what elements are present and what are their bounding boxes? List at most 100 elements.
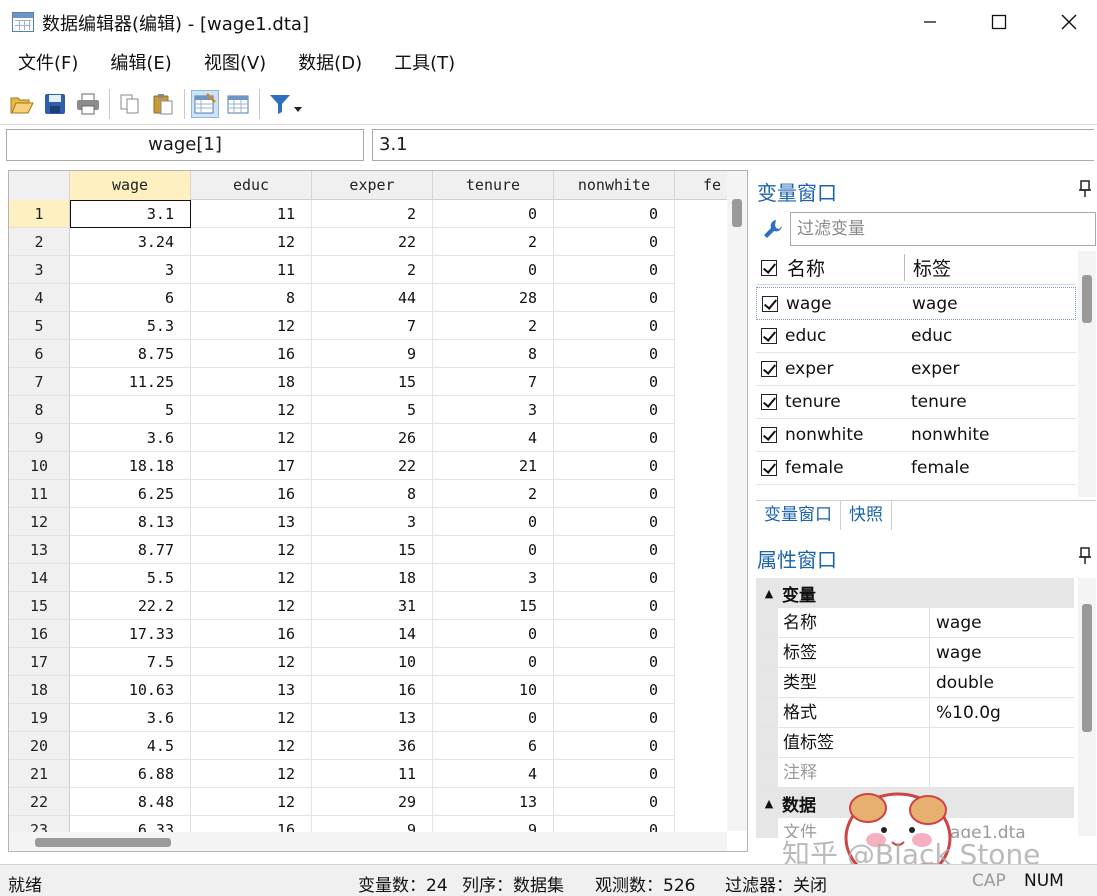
data-cell[interactable]: 22	[312, 452, 433, 480]
data-cell[interactable]: 16	[312, 676, 433, 704]
row-number[interactable]: 15	[9, 592, 70, 620]
data-cell[interactable]: 3.24	[70, 228, 191, 256]
data-cell[interactable]: 0	[554, 648, 675, 676]
grid-horizontal-scrollbar[interactable]	[9, 832, 727, 851]
data-cell[interactable]: 0	[554, 256, 675, 284]
data-cell[interactable]: 5	[70, 396, 191, 424]
data-cell[interactable]: 18	[312, 564, 433, 592]
row-number[interactable]: 20	[9, 732, 70, 760]
data-cell[interactable]: 26	[312, 424, 433, 452]
data-cell[interactable]: 17	[191, 452, 312, 480]
cell-name-box[interactable]: wage[1]	[6, 129, 364, 161]
data-cell[interactable]: 0	[554, 788, 675, 816]
row-number[interactable]: 22	[9, 788, 70, 816]
variable-checkbox[interactable]	[761, 361, 777, 377]
column-header-name[interactable]: 名称	[787, 254, 905, 281]
row-number[interactable]: 6	[9, 340, 70, 368]
data-cell[interactable]: 0	[554, 200, 675, 228]
data-cell[interactable]: 0	[554, 368, 675, 396]
data-cell[interactable]: 6	[433, 732, 554, 760]
data-cell[interactable]: 29	[312, 788, 433, 816]
data-cell[interactable]: 3.6	[70, 424, 191, 452]
property-row[interactable]: 格式 %10.0g	[756, 698, 1074, 728]
data-cell[interactable]: 11	[312, 760, 433, 788]
data-cell[interactable]: 2	[433, 312, 554, 340]
data-cell[interactable]: 2	[312, 200, 433, 228]
row-number[interactable]: 9	[9, 424, 70, 452]
data-cell[interactable]: 7	[312, 312, 433, 340]
data-cell[interactable]: 0	[554, 508, 675, 536]
data-cell[interactable]: 22.2	[70, 592, 191, 620]
maximize-button[interactable]	[976, 6, 1022, 38]
browse-mode-button[interactable]	[224, 90, 252, 118]
properties-scrollbar[interactable]	[1078, 578, 1096, 836]
tab-variables[interactable]: 变量窗口	[756, 501, 841, 530]
row-number[interactable]: 13	[9, 536, 70, 564]
row-number[interactable]: 18	[9, 676, 70, 704]
menu-file[interactable]: 文件(F)	[0, 48, 92, 80]
data-cell[interactable]: 8.13	[70, 508, 191, 536]
variable-item[interactable]: female female	[756, 452, 1076, 485]
data-cell[interactable]: 13	[191, 508, 312, 536]
variable-checkbox[interactable]	[762, 295, 778, 312]
data-cell[interactable]: 3.6	[70, 704, 191, 732]
data-cell[interactable]: 0	[433, 620, 554, 648]
data-cell[interactable]: 10	[433, 676, 554, 704]
tab-snapshots[interactable]: 快照	[841, 501, 892, 530]
property-value[interactable]: wage	[930, 638, 1074, 667]
data-cell[interactable]: 8	[433, 340, 554, 368]
grid-vertical-scroll-thumb[interactable]	[732, 199, 742, 227]
data-cell[interactable]: 12	[191, 312, 312, 340]
data-cell[interactable]: 0	[554, 452, 675, 480]
grid-corner[interactable]	[9, 171, 70, 200]
data-cell[interactable]: 8	[312, 480, 433, 508]
variable-item[interactable]: exper exper	[756, 353, 1076, 386]
data-cell[interactable]: 16	[191, 620, 312, 648]
property-value[interactable]	[930, 728, 1074, 757]
variables-scrollbar[interactable]	[1078, 251, 1096, 497]
data-cell[interactable]: 0	[554, 732, 675, 760]
print-button[interactable]	[74, 90, 102, 118]
data-cell[interactable]: 0	[554, 340, 675, 368]
data-cell[interactable]: 9	[312, 340, 433, 368]
data-cell[interactable]: 18	[191, 368, 312, 396]
data-cell[interactable]: 15	[433, 592, 554, 620]
variables-scroll-thumb[interactable]	[1082, 275, 1092, 323]
data-cell[interactable]: 12	[191, 536, 312, 564]
property-value[interactable]: double	[930, 668, 1074, 697]
data-cell[interactable]: 7	[433, 368, 554, 396]
column-header-label[interactable]: 标签	[913, 254, 951, 281]
row-number[interactable]: 4	[9, 284, 70, 312]
row-number[interactable]: 12	[9, 508, 70, 536]
row-number[interactable]: 2	[9, 228, 70, 256]
variable-checkbox[interactable]	[761, 427, 777, 443]
data-cell[interactable]: 28	[433, 284, 554, 312]
row-number[interactable]: 8	[9, 396, 70, 424]
data-cell[interactable]: 12	[191, 228, 312, 256]
data-cell[interactable]: 4	[433, 760, 554, 788]
data-cell[interactable]: 5	[312, 396, 433, 424]
data-cell[interactable]: 0	[433, 536, 554, 564]
data-cell[interactable]: 13	[433, 788, 554, 816]
row-number[interactable]: 17	[9, 648, 70, 676]
menu-tools[interactable]: 工具(T)	[376, 48, 469, 80]
data-cell[interactable]: 0	[433, 200, 554, 228]
data-cell[interactable]: 21	[433, 452, 554, 480]
data-cell[interactable]: 6.88	[70, 760, 191, 788]
property-row[interactable]: 值标签	[756, 728, 1074, 758]
variable-item[interactable]: wage wage	[756, 287, 1076, 320]
section-variable[interactable]: ▲ 变量	[756, 578, 1074, 608]
data-cell[interactable]: 12	[191, 592, 312, 620]
data-cell[interactable]: 12	[191, 648, 312, 676]
data-cell[interactable]: 8	[191, 284, 312, 312]
select-all-checkbox[interactable]	[761, 259, 777, 276]
data-cell[interactable]: 0	[554, 592, 675, 620]
pin-icon[interactable]	[1078, 547, 1092, 569]
column-header-tenure[interactable]: tenure	[433, 171, 554, 200]
row-number[interactable]: 5	[9, 312, 70, 340]
data-cell[interactable]: 12	[191, 704, 312, 732]
row-number[interactable]: 11	[9, 480, 70, 508]
minimize-button[interactable]	[907, 6, 953, 38]
data-cell[interactable]: 3	[70, 256, 191, 284]
filter-button[interactable]	[266, 90, 306, 118]
